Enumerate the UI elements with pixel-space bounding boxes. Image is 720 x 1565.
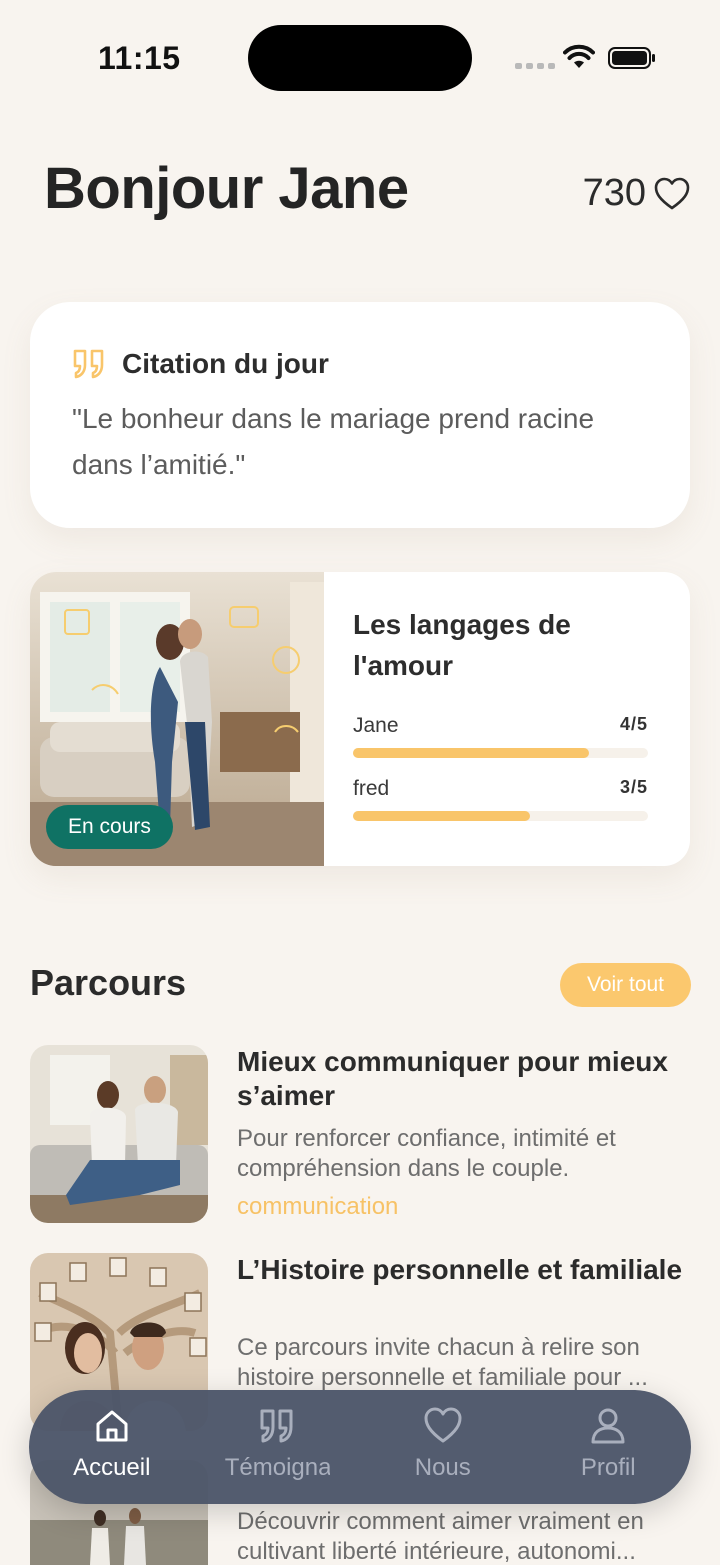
love-score[interactable]: 730: [583, 172, 690, 215]
tab-temoignages[interactable]: Témoignages: [195, 1390, 361, 1504]
tab-accueil[interactable]: Accueil: [29, 1390, 195, 1504]
status-bar: 11:15: [0, 0, 720, 110]
tab-label: Accueil: [73, 1454, 151, 1481]
tab-profil[interactable]: Profil: [526, 1390, 692, 1504]
progress-value: 4/5: [619, 714, 648, 734]
heart-icon: [424, 1407, 462, 1443]
battery-icon: [608, 47, 655, 69]
cellular-signal-icon: [515, 63, 555, 69]
see-all-button[interactable]: Voir tout: [560, 963, 691, 1007]
course-description-line: Découvrir comment aimer vraiment en: [237, 1508, 644, 1535]
quote-of-the-day-card[interactable]: Citation du jour "Le bonheur dans le mar…: [30, 302, 690, 528]
score-value: 730: [582, 172, 646, 214]
dynamic-island: [248, 25, 472, 91]
progress-fill: [353, 811, 530, 821]
progress-track: [353, 811, 648, 821]
course-item[interactable]: Mieux communiquer pour mieux s’aimer Pou…: [30, 1045, 690, 1225]
love-languages-card[interactable]: En cours Les langages de l'amour Jane 4/…: [30, 572, 690, 866]
course-description-line: histoire personnelle et familiale pour .…: [237, 1364, 648, 1391]
quote-text: "Le bonheur dans le mariage prend racine…: [72, 403, 595, 480]
progress-value: 3/5: [619, 777, 648, 797]
course-title: Mieux communiquer pour mieux s’aimer: [237, 1046, 668, 1111]
course-description: Découvrir comment aimer vraiment en cult…: [237, 1507, 692, 1565]
couple-sofa-image: [30, 1045, 208, 1223]
tab-label: Témoignages: [224, 1454, 330, 1481]
in-progress-badge: En cours: [46, 805, 173, 849]
progress-name: fred: [353, 777, 390, 800]
tab-label: Nous: [414, 1454, 471, 1481]
course-tag[interactable]: communication: [237, 1193, 398, 1221]
progress-fill: [353, 748, 589, 758]
feature-title: Les langages de l'amour: [353, 609, 571, 681]
progress-row-fred: fred 3/5: [353, 777, 648, 821]
course-description-line: cultivant liberté intérieure, autonomi..…: [237, 1538, 636, 1565]
course-description: Pour renforcer confiance, intimité et co…: [237, 1125, 616, 1182]
quote-icon: [260, 1409, 293, 1443]
tab-nous[interactable]: Nous: [360, 1390, 526, 1504]
quote-icon: [73, 349, 104, 379]
course-description: Ce parcours invite chacun à relire son h…: [237, 1333, 692, 1393]
quote-header: Citation du jour: [72, 348, 329, 380]
status-time: 11:15: [98, 40, 181, 76]
user-icon: [591, 1408, 625, 1444]
course-description-line: Ce parcours invite chacun à relire son: [237, 1334, 640, 1361]
section-title-parcours: Parcours: [30, 962, 187, 1003]
bottom-tab-bar: Accueil Témoignages Nous Profil: [29, 1390, 691, 1504]
heart-outline-icon: [654, 177, 690, 209]
progress-track: [353, 748, 648, 758]
greeting-title: Bonjour Jane: [44, 156, 409, 221]
wifi-icon: [563, 44, 595, 68]
progress-row-jane: Jane 4/5: [353, 714, 648, 758]
progress-name: Jane: [353, 714, 399, 737]
course-title: L’Histoire personnelle et familiale: [237, 1254, 683, 1285]
tab-label: Profil: [580, 1454, 636, 1481]
quote-title: Citation du jour: [122, 348, 329, 379]
home-icon: [96, 1410, 128, 1442]
